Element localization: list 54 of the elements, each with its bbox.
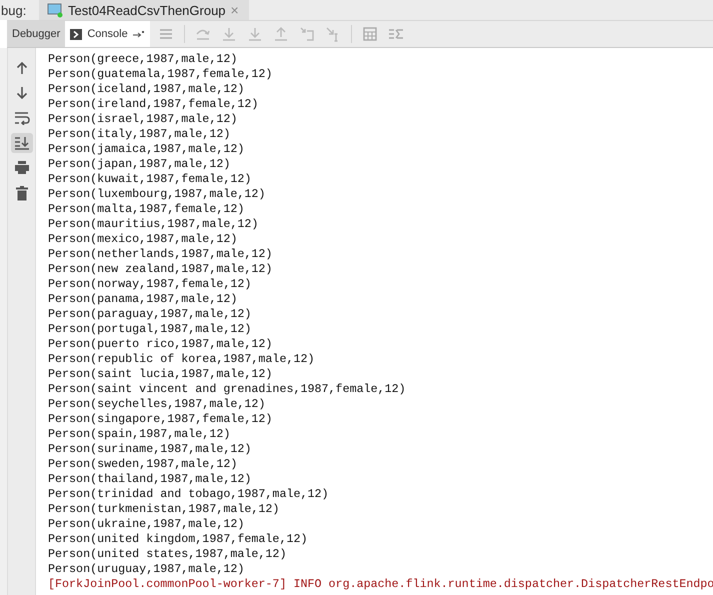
run-tab[interactable]: Test04ReadCsvThenGroup × xyxy=(39,0,249,20)
calculator-icon[interactable] xyxy=(362,26,378,42)
console-line: Person(guatemala,1987,female,12) xyxy=(48,67,274,82)
soft-wrap-icon[interactable] xyxy=(14,111,30,125)
console-line: Person(norway,1987,female,12) xyxy=(48,277,252,292)
trash-icon[interactable] xyxy=(14,186,28,201)
menu-icon[interactable] xyxy=(158,26,174,42)
panel-tab[interactable]: Debugger xyxy=(7,21,66,47)
pin-arrow-icon xyxy=(132,30,145,38)
console-line: Person(singapore,1987,female,12) xyxy=(48,412,274,427)
printer-icon[interactable] xyxy=(14,161,30,175)
panel-tab[interactable]: Console xyxy=(65,21,150,47)
console-line: Person(new zealand,1987,male,12) xyxy=(48,262,274,277)
download-arrow-icon[interactable] xyxy=(220,26,237,42)
console-line: Person(united states,1987,male,12) xyxy=(48,547,288,562)
console-line: Person(greece,1987,male,12) xyxy=(48,52,238,67)
scroll-to-end-button[interactable] xyxy=(10,133,32,153)
console-line: Person(united kingdom,1987,female,12) xyxy=(48,532,309,547)
console-line: Person(panama,1987,male,12) xyxy=(48,292,238,307)
upload-arrow-icon[interactable] xyxy=(272,26,289,42)
console-line: Person(ireland,1987,female,12) xyxy=(48,97,260,112)
application-icon xyxy=(47,2,63,18)
console-line: Person(ukraine,1987,male,12) xyxy=(48,517,246,532)
console-line: Person(uruguay,1987,male,12) xyxy=(48,562,246,577)
panel-label: bug: xyxy=(1,2,28,18)
tab-title: Test04ReadCsvThenGroup xyxy=(68,2,226,18)
console-line: Person(mauritius,1987,male,12) xyxy=(48,217,260,232)
console-line: Person(spain,1987,male,12) xyxy=(48,427,232,442)
down-arrow-icon[interactable] xyxy=(14,86,28,100)
console-line: Person(portugal,1987,male,12) xyxy=(48,322,252,337)
console-line: Person(mexico,1987,male,12) xyxy=(48,232,238,247)
console-line: Person(luxembourg,1987,male,12) xyxy=(48,187,266,202)
download-arrow-icon[interactable] xyxy=(246,26,263,42)
console-line: Person(turkmenistan,1987,male,12) xyxy=(48,502,280,517)
console-line: Person(puerto rico,1987,male,12) xyxy=(48,337,274,352)
console-line: Person(seychelles,1987,male,12) xyxy=(48,397,266,412)
console-line: Person(sweden,1987,male,12) xyxy=(48,457,238,472)
console-line: Person(kuwait,1987,female,12) xyxy=(48,172,252,187)
console-line: Person(saint lucia,1987,male,12) xyxy=(48,367,274,382)
console-line: Person(trinidad and tobago,1987,male,12) xyxy=(48,487,330,502)
console-line: Person(republic of korea,1987,male,12) xyxy=(48,352,316,367)
console-line: Person(iceland,1987,male,12) xyxy=(48,82,246,97)
console-line: Person(suriname,1987,male,12) xyxy=(48,442,252,457)
console-line: Person(saint vincent and grenadines,1987,female,12) xyxy=(48,382,407,397)
console-line: Person(malta,1987,female,12) xyxy=(48,202,246,217)
console-icon xyxy=(70,28,82,40)
console-line: Person(thailand,1987,male,12) xyxy=(48,472,252,487)
console-line: Person(japan,1987,male,12) xyxy=(48,157,232,172)
console-line: Person(paraguay,1987,male,12) xyxy=(48,307,252,322)
console-line: Person(netherlands,1987,male,12) xyxy=(48,247,274,262)
console-line: Person(israel,1987,male,12) xyxy=(48,112,238,127)
console-line: Person(italy,1987,male,12) xyxy=(48,127,232,142)
console-line: Person(jamaica,1987,male,12) xyxy=(48,142,246,157)
up-arrow-icon[interactable] xyxy=(14,61,28,75)
